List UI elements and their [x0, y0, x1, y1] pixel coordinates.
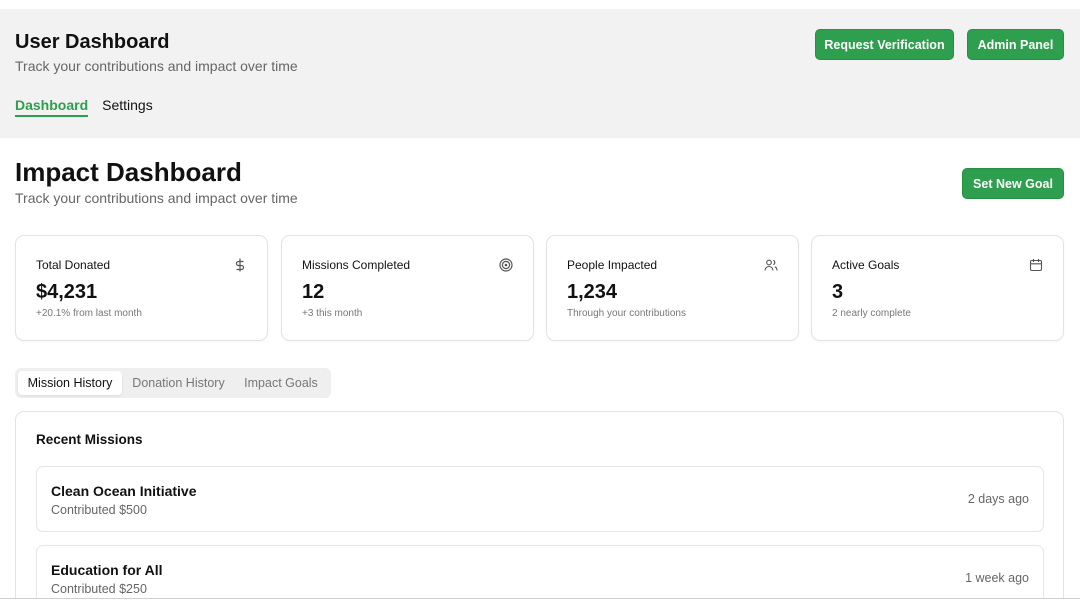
mission-name: Education for All — [51, 562, 163, 578]
nav-settings[interactable]: Settings — [102, 97, 153, 117]
stat-value: 1,234 — [567, 281, 618, 303]
stat-note: +20.1% from last month — [36, 308, 142, 319]
stat-card-people-impacted: People Impacted 1,234 Through your contr… — [546, 235, 799, 341]
page-subtitle: Track your contributions and impact over… — [15, 190, 298, 206]
app-header: User Dashboard Track your contributions … — [0, 9, 1080, 138]
header-nav: Dashboard Settings — [15, 97, 153, 117]
stat-label: Total Donated — [36, 258, 111, 272]
recent-missions-panel: Recent Missions Clean Ocean Initiative C… — [15, 411, 1064, 608]
set-new-goal-button[interactable]: Set New Goal — [962, 168, 1064, 199]
stat-value: $4,231 — [36, 281, 98, 303]
page-title: Impact Dashboard — [15, 157, 242, 187]
stat-label: Missions Completed — [302, 258, 411, 272]
mission-amount: Contributed $500 — [51, 503, 147, 517]
tab-mission-history[interactable]: Mission History — [18, 371, 122, 395]
nav-dashboard[interactable]: Dashboard — [15, 97, 89, 117]
header-title: User Dashboard — [15, 31, 170, 53]
tab-donation-history[interactable]: Donation History — [125, 371, 232, 395]
target-icon — [499, 258, 513, 272]
calendar-icon — [1029, 258, 1043, 272]
history-tabs: Mission History Donation History Impact … — [15, 368, 331, 398]
stat-card-total-donated: Total Donated $4,231 +20.1% from last mo… — [15, 235, 268, 341]
request-verification-button[interactable]: Request Verification — [815, 29, 954, 60]
stat-label: Active Goals — [832, 258, 900, 272]
mission-time: 2 days ago — [967, 492, 1029, 506]
stat-note: Through your contributions — [567, 308, 686, 319]
stat-note: +3 this month — [302, 308, 363, 319]
mission-time: 1 week ago — [965, 571, 1029, 585]
mission-name: Clean Ocean Initiative — [51, 483, 197, 499]
stat-label: People Impacted — [567, 258, 658, 272]
stat-value: 12 — [302, 281, 325, 303]
stat-card-missions-completed: Missions Completed 12 +3 this month — [281, 235, 534, 341]
list-item[interactable]: Clean Ocean Initiative Contributed $500 … — [36, 466, 1044, 532]
panel-title: Recent Missions — [36, 432, 143, 447]
admin-panel-button[interactable]: Admin Panel — [967, 29, 1064, 60]
stat-card-active-goals: Active Goals 3 2 nearly complete — [811, 235, 1064, 341]
top-strip — [0, 0, 1080, 9]
window-bottom-edge — [0, 598, 1080, 608]
dollar-icon — [233, 258, 247, 272]
mission-amount: Contributed $250 — [51, 582, 147, 596]
tab-impact-goals[interactable]: Impact Goals — [235, 371, 327, 395]
header-subtitle: Track your contributions and impact over… — [15, 58, 298, 74]
stat-value: 3 — [832, 281, 844, 303]
users-icon — [764, 258, 778, 272]
stat-note: 2 nearly complete — [832, 308, 911, 319]
